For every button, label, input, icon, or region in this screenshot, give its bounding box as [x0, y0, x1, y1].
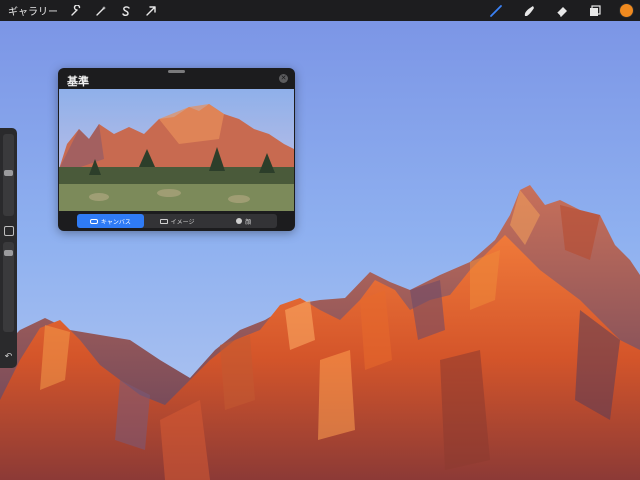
tab-image-label: イメージ	[170, 218, 195, 226]
opacity-slider[interactable]	[3, 242, 14, 332]
toolbar-right-group	[487, 0, 640, 21]
tab-image[interactable]: イメージ	[144, 214, 211, 228]
close-icon[interactable]: ✕	[279, 74, 288, 83]
image-icon	[159, 218, 168, 224]
active-color-swatch[interactable]	[619, 3, 634, 18]
reference-panel: 基準 ✕ キャンバス イメージ 顔	[58, 68, 295, 231]
panel-drag-handle[interactable]	[168, 70, 185, 73]
face-icon	[236, 218, 243, 224]
gallery-button[interactable]: ギャラリー	[8, 3, 58, 18]
undo-icon[interactable]: ↶	[3, 352, 14, 363]
magic-wand-icon[interactable]	[93, 3, 109, 19]
reference-mode-segmented-control: キャンバス イメージ 顔	[77, 214, 277, 228]
selection-s-icon[interactable]	[118, 3, 134, 19]
modify-button[interactable]	[4, 226, 14, 236]
top-toolbar: ギャラリー	[0, 0, 640, 21]
tab-canvas-label: キャンバス	[100, 218, 131, 226]
brush-icon[interactable]	[487, 2, 505, 20]
panel-title: 基準	[67, 75, 89, 88]
left-sidebar: ↶	[0, 128, 17, 368]
tab-face-label: 顔	[245, 218, 252, 226]
opacity-thumb[interactable]	[4, 250, 13, 256]
smudge-icon[interactable]	[520, 2, 538, 20]
transform-arrow-icon[interactable]	[143, 3, 159, 19]
brush-size-thumb[interactable]	[4, 170, 13, 176]
tab-face[interactable]: 顔	[210, 214, 277, 228]
wrench-icon[interactable]	[68, 3, 84, 19]
layers-icon[interactable]	[586, 2, 604, 20]
reference-preview-image	[59, 89, 294, 211]
tab-canvas[interactable]: キャンバス	[77, 214, 144, 228]
canvas-icon	[89, 218, 98, 224]
eraser-icon[interactable]	[553, 2, 571, 20]
brush-size-slider[interactable]	[3, 134, 14, 216]
